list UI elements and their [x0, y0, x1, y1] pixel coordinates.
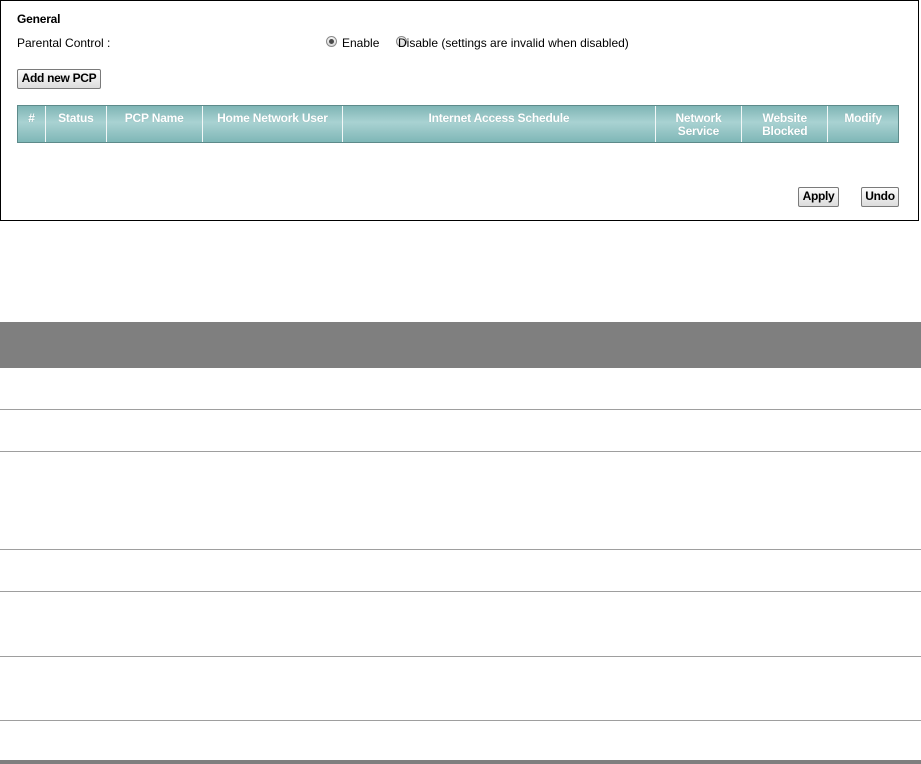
disable-label[interactable]: Disable (settings are invalid when disab… [398, 36, 629, 50]
parental-control-panel: General Parental Control : Enable Disabl… [0, 0, 919, 221]
table-row-divider [0, 549, 921, 550]
enable-label[interactable]: Enable [342, 36, 379, 50]
undo-button[interactable]: Undo [861, 187, 899, 207]
col-header-number: # [18, 106, 46, 142]
col-header-modify: Modify [844, 111, 882, 125]
table-row-divider [0, 451, 921, 452]
lower-table-footer [0, 760, 921, 764]
col-header-network-service: Network Service [656, 106, 743, 142]
table-row-divider [0, 591, 921, 592]
apply-button[interactable]: Apply [798, 187, 839, 207]
parental-control-label: Parental Control : [17, 36, 111, 50]
col-header-pcp-name: PCP Name [107, 106, 203, 142]
col-header-home-network-user: Home Network User [203, 106, 344, 142]
table-row-divider [0, 720, 921, 721]
table-row-divider [0, 656, 921, 657]
col-header-status: Status [46, 106, 107, 142]
enable-radio[interactable] [326, 36, 337, 47]
col-header-website-blocked: Website Blocked [742, 106, 829, 142]
add-new-pcp-button[interactable]: Add new PCP [17, 69, 101, 89]
table-row-divider [0, 409, 921, 410]
lower-table-header [0, 322, 921, 368]
section-title: General [17, 12, 61, 26]
col-header-internet-access-schedule: Internet Access Schedule [343, 106, 656, 142]
pcp-table-header: # Status PCP Name Home Network User Inte… [17, 105, 899, 143]
